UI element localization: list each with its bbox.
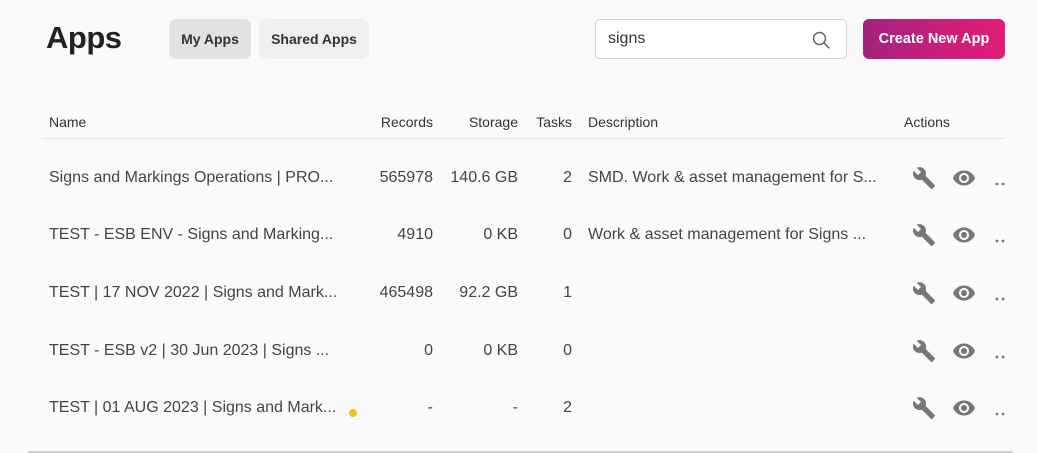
- cell-name[interactable]: Signs and Markings Operations | PRO...: [49, 168, 349, 188]
- eye-icon[interactable]: [952, 396, 976, 425]
- column-header-records[interactable]: Records: [350, 114, 433, 130]
- cell-records: 465498: [379, 284, 433, 301]
- column-header-description[interactable]: Description: [588, 114, 658, 130]
- header-divider: [42, 138, 1005, 139]
- cell-storage: 92.2 GB: [459, 284, 518, 301]
- cell-records: 0: [424, 342, 433, 359]
- cell-storage: 0 KB: [483, 226, 518, 243]
- cell-records: -: [427, 399, 433, 416]
- wrench-icon[interactable]: [912, 339, 936, 368]
- search-icon[interactable]: [811, 30, 831, 50]
- create-new-app-button[interactable]: Create New App: [863, 19, 1005, 59]
- cell-name[interactable]: TEST | 17 NOV 2022 | Signs and Mark...: [49, 283, 349, 303]
- cell-records: 4910: [397, 226, 433, 243]
- table-row[interactable]: TEST | 01 AUG 2023 | Signs and Mark... - -…: [0, 380, 1037, 437]
- cell-tasks: 0: [563, 342, 572, 359]
- tab-my-apps[interactable]: My Apps: [169, 19, 251, 59]
- column-header-tasks[interactable]: Tasks: [528, 114, 572, 130]
- cell-tasks: 2: [563, 399, 572, 416]
- cell-records: 565978: [379, 169, 433, 186]
- wrench-icon[interactable]: [912, 166, 936, 195]
- cell-name[interactable]: TEST - ESB v2 | 30 Jun 2023 | Signs ...: [49, 341, 349, 361]
- cell-tasks: 2: [563, 169, 572, 186]
- cell-storage: -: [512, 399, 518, 416]
- tab-shared-apps[interactable]: Shared Apps: [259, 19, 369, 59]
- table-row[interactable]: TEST - ESB v2 | 30 Jun 2023 | Signs ... 0…: [0, 323, 1037, 380]
- search-box: [595, 19, 847, 59]
- table-row[interactable]: Signs and Markings Operations | PRO... 56…: [0, 150, 1037, 207]
- wrench-icon[interactable]: [912, 396, 936, 425]
- column-header-name[interactable]: Name: [49, 114, 86, 130]
- cell-storage: 140.6 GB: [450, 169, 518, 186]
- warning-dot-icon: [349, 409, 357, 417]
- page-title: Apps: [46, 20, 122, 55]
- eye-icon[interactable]: [952, 166, 976, 195]
- table-row[interactable]: TEST | 17 NOV 2022 | Signs and Mark... 46…: [0, 265, 1037, 322]
- cell-storage: 0 KB: [483, 342, 518, 359]
- more-icon[interactable]: [994, 231, 1006, 249]
- wrench-icon[interactable]: [912, 223, 936, 252]
- eye-icon[interactable]: [952, 223, 976, 252]
- cell-name[interactable]: TEST - ESB ENV - Signs and Marking...: [49, 225, 349, 245]
- search-input[interactable]: [608, 20, 808, 58]
- eye-icon[interactable]: [952, 281, 976, 310]
- column-header-actions: Actions: [904, 114, 950, 130]
- eye-icon[interactable]: [952, 339, 976, 368]
- cell-description: SMD. Work & asset management for S...: [588, 169, 877, 186]
- cell-description: Work & asset management for Signs ...: [588, 226, 867, 243]
- more-icon[interactable]: [994, 404, 1006, 422]
- more-icon[interactable]: [994, 289, 1006, 307]
- table-row[interactable]: TEST - ESB ENV - Signs and Marking... 491…: [0, 207, 1037, 264]
- more-icon[interactable]: [994, 174, 1006, 192]
- more-icon[interactable]: [994, 347, 1006, 365]
- cell-name[interactable]: TEST | 01 AUG 2023 | Signs and Mark...: [49, 398, 349, 418]
- wrench-icon[interactable]: [912, 281, 936, 310]
- column-header-storage[interactable]: Storage: [437, 114, 518, 130]
- cell-tasks: 1: [563, 284, 572, 301]
- cell-tasks: 0: [563, 226, 572, 243]
